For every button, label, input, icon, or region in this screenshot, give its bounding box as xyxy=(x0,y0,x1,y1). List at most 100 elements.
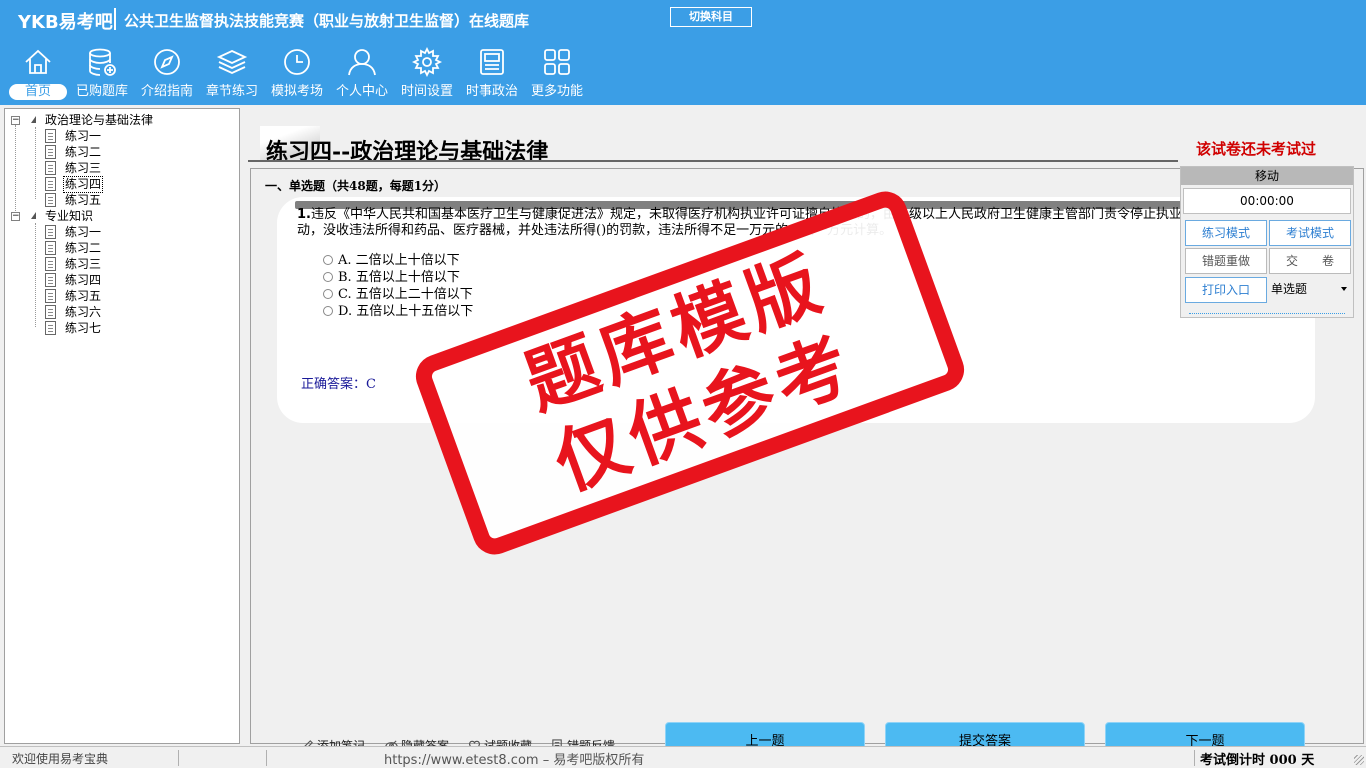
option-a[interactable]: A. 二倍以上十倍以下 xyxy=(323,253,460,269)
option-c[interactable]: C. 五倍以上二十倍以下 xyxy=(323,287,473,303)
tree-item-label: 练习六 xyxy=(65,305,102,319)
tree-item-label: 练习四 xyxy=(62,176,104,193)
folder-icon xyxy=(31,116,36,123)
tree-connector xyxy=(15,125,16,217)
user-icon xyxy=(348,49,376,76)
tree-item-label: 练习三 xyxy=(65,161,102,175)
grid-icon xyxy=(544,49,570,75)
nav-guide[interactable]: 介绍指南 xyxy=(135,46,199,104)
tree-item-label: 练习五 xyxy=(65,193,102,207)
exam-mode-button[interactable]: 考试模式 xyxy=(1269,220,1351,246)
status-bar: 欢迎使用易考宝典 https://www.etest8.com – 易考吧版权所… xyxy=(0,746,1366,768)
nav-chapter-practice[interactable]: 章节练习 xyxy=(200,46,264,104)
status-separator xyxy=(266,750,267,766)
nav-purchased[interactable]: 已购题库 xyxy=(70,46,134,104)
document-edit-icon xyxy=(45,177,56,191)
tree-item-label: 练习七 xyxy=(65,321,102,335)
radio-button[interactable] xyxy=(323,272,333,282)
document-icon xyxy=(45,273,56,287)
tree-item-selected[interactable]: 练习四 xyxy=(45,176,125,193)
redo-wrong-button[interactable]: 错题重做 xyxy=(1185,248,1267,274)
option-label: B. 五倍以上十倍以下 xyxy=(338,270,460,285)
layers-icon xyxy=(216,50,248,74)
tree-item-label: 练习四 xyxy=(65,273,102,287)
radio-button[interactable] xyxy=(323,306,333,316)
question-type-select[interactable]: 单选题 xyxy=(1269,277,1353,301)
nav-label: 首页 xyxy=(9,84,67,100)
document-icon xyxy=(45,257,56,271)
status-url: https://www.etest8.com – 易考吧版权所有 xyxy=(384,753,645,768)
exam-status-label: 该试卷还未考试过 xyxy=(1196,140,1317,158)
option-label: C. 五倍以上二十倍以下 xyxy=(338,287,473,302)
title-divider xyxy=(248,160,1178,162)
nav-mock-exam[interactable]: 模拟考场 xyxy=(265,46,329,104)
home-icon xyxy=(25,49,51,74)
document-icon xyxy=(45,161,56,175)
tree-item-label: 练习二 xyxy=(65,241,102,255)
exam-countdown: 考试倒计时 000 天 xyxy=(1200,753,1315,768)
control-panel: 移动 00:00:00 练习模式 考试模式 错题重做 交 卷 打印入口 单选题 xyxy=(1180,166,1354,318)
correct-answer: 正确答案：C xyxy=(301,377,376,392)
document-icon xyxy=(45,193,56,207)
nav-label: 模拟考场 xyxy=(270,84,323,99)
chapter-tree[interactable]: − 政治理论与基础法律 练习一 练习二 练习三 练习四 练习五 − 专业知识 练… xyxy=(4,108,240,744)
tree-group-label: 政治理论与基础法律 xyxy=(45,113,154,127)
tree-group-politics[interactable]: − 政治理论与基础法律 xyxy=(9,113,229,128)
move-handle[interactable]: 移动 xyxy=(1181,167,1353,185)
compass-icon xyxy=(154,49,180,75)
gear-icon xyxy=(411,46,443,78)
option-d[interactable]: D. 五倍以上十五倍以下 xyxy=(323,304,473,320)
clock-icon xyxy=(284,49,310,75)
document-icon xyxy=(45,129,56,143)
nav-label: 已购题库 xyxy=(75,84,128,99)
nav-label: 更多功能 xyxy=(530,84,583,99)
question-text: 1.违反《中华人民共和国基本医疗卫生与健康促进法》规定，未取得医疗机构执业许可证… xyxy=(297,207,1197,239)
nav-current-affairs[interactable]: 时事政治 xyxy=(460,46,524,104)
brand-separator xyxy=(114,8,116,30)
nav-label: 时间设置 xyxy=(400,84,453,99)
print-button[interactable]: 打印入口 xyxy=(1185,277,1267,303)
nav-label: 介绍指南 xyxy=(140,84,193,99)
tree-item-label: 练习一 xyxy=(65,225,102,239)
brand-logo: YKB易考吧 xyxy=(18,12,113,33)
timer-display: 00:00:00 xyxy=(1183,188,1351,214)
folder-icon xyxy=(31,212,36,219)
database-icon xyxy=(89,48,116,76)
resize-grip-icon[interactable] xyxy=(1354,755,1364,765)
option-label: D. 五倍以上十五倍以下 xyxy=(338,304,474,319)
hand-in-button[interactable]: 交 卷 xyxy=(1269,248,1351,274)
section-heading: 一、单选题（共48题，每题1分） xyxy=(265,179,447,193)
tree-connector xyxy=(35,127,36,199)
document-icon xyxy=(45,289,56,303)
tree-connector xyxy=(35,223,36,327)
app-title: 公共卫生监督执法技能竞赛（职业与放射卫生监督）在线题库 xyxy=(124,12,530,30)
document-icon xyxy=(45,321,56,335)
question-number: 1. xyxy=(297,207,311,222)
option-label: A. 二倍以上十倍以下 xyxy=(338,253,460,268)
tree-group-label: 专业知识 xyxy=(45,209,94,223)
question-body: 违反《中华人民共和国基本医疗卫生与健康促进法》规定，未取得医疗机构执业许可证擅自… xyxy=(297,207,1195,238)
nav-label: 个人中心 xyxy=(335,84,388,99)
nav-home[interactable]: 首页 xyxy=(6,46,70,104)
radio-button[interactable] xyxy=(323,289,333,299)
nav-personal-center[interactable]: 个人中心 xyxy=(330,46,394,104)
nav-more[interactable]: 更多功能 xyxy=(525,46,589,104)
document-icon xyxy=(45,241,56,255)
practice-mode-button[interactable]: 练习模式 xyxy=(1185,220,1267,246)
tree-group-professional[interactable]: − 专业知识 xyxy=(9,209,229,224)
document-icon xyxy=(45,145,56,159)
nav-time-settings[interactable]: 时间设置 xyxy=(395,46,459,104)
nav-label: 时事政治 xyxy=(465,84,518,99)
switch-subject-button[interactable]: 切换科目 xyxy=(670,7,752,27)
radio-button[interactable] xyxy=(323,255,333,265)
tree-item-label: 练习三 xyxy=(65,257,102,271)
status-separator xyxy=(1194,750,1195,766)
collapse-icon[interactable]: − xyxy=(11,116,20,125)
option-b[interactable]: B. 五倍以上十倍以下 xyxy=(323,270,460,286)
app-header: YKB易考吧 公共卫生监督执法技能竞赛（职业与放射卫生监督）在线题库 切换科目 … xyxy=(0,0,1366,105)
nav-label: 章节练习 xyxy=(205,84,258,99)
news-icon xyxy=(480,49,504,75)
panel-footer xyxy=(1189,313,1345,317)
collapse-icon[interactable]: − xyxy=(11,212,20,221)
tree-item-label: 练习二 xyxy=(65,145,102,159)
